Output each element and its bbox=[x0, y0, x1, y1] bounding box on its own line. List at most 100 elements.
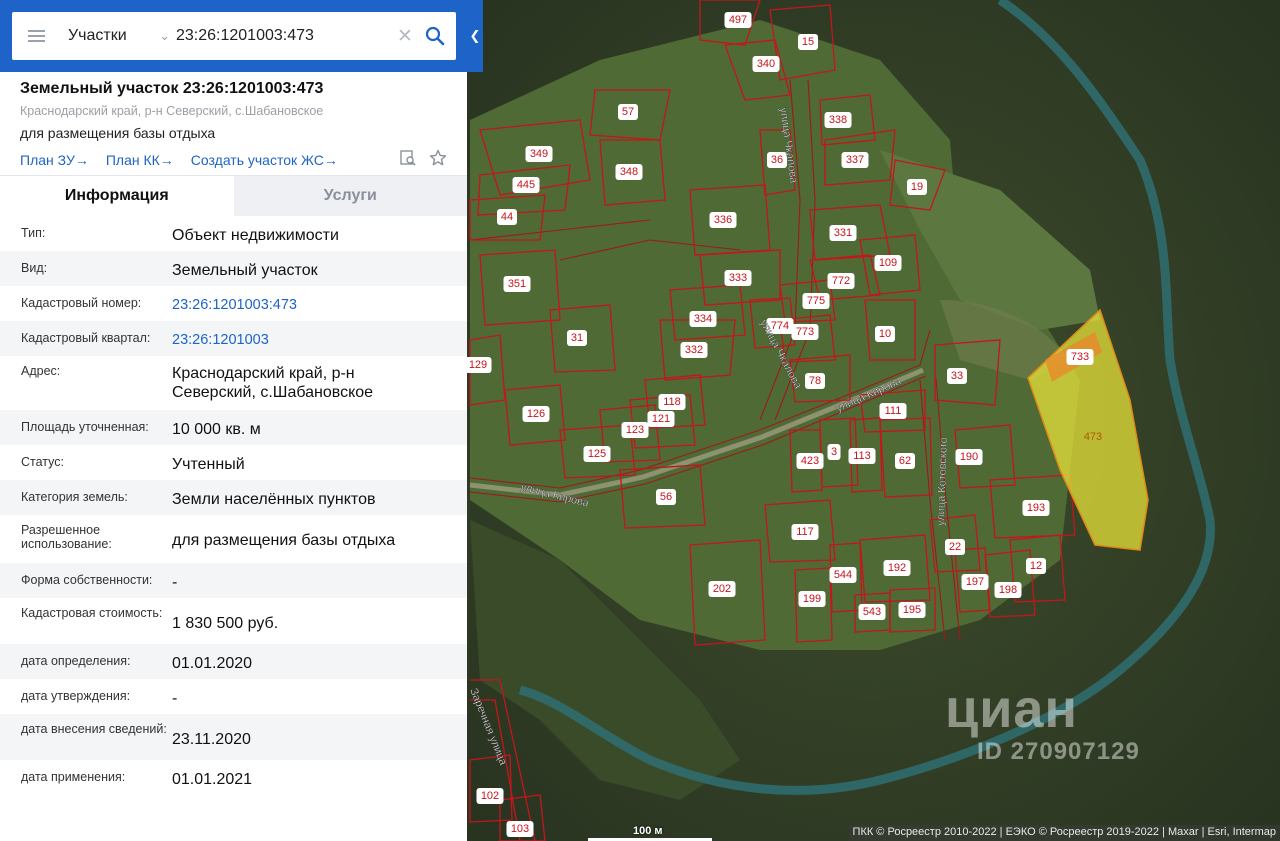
parcel-label[interactable]: 78 bbox=[805, 373, 825, 389]
parcel-label[interactable]: 423 bbox=[796, 453, 824, 469]
info-key: Вид: bbox=[21, 261, 48, 275]
parcel-label[interactable]: 109 bbox=[874, 255, 902, 271]
info-key: Адрес: bbox=[21, 364, 61, 378]
parcel-number: 56 bbox=[660, 491, 672, 503]
parcel-label[interactable]: 351 bbox=[503, 276, 531, 292]
parcel-label[interactable]: 103 bbox=[506, 821, 534, 837]
parcel-label[interactable]: 44 bbox=[497, 209, 517, 225]
parcel-label[interactable]: 331 bbox=[829, 225, 857, 241]
info-value: 01.01.2020 bbox=[172, 655, 253, 672]
parcel-number: 198 bbox=[999, 584, 1017, 596]
info-value: Земельный участок bbox=[172, 262, 318, 279]
parcel-number: 102 bbox=[481, 790, 499, 802]
parcel-number: 109 bbox=[879, 257, 897, 269]
tab-bar: Информация Услуги bbox=[0, 176, 467, 216]
object-header: Земельный участок 23:26:1201003:473 Крас… bbox=[0, 72, 467, 176]
parcel-label[interactable]: 333 bbox=[724, 270, 752, 286]
parcel-label[interactable]: 129 bbox=[464, 357, 492, 373]
parcel-label[interactable]: 497 bbox=[724, 12, 752, 28]
parcel-label[interactable]: 57 bbox=[618, 104, 638, 120]
menu-button[interactable] bbox=[12, 12, 60, 60]
parcel-label[interactable]: 334 bbox=[689, 311, 717, 327]
parcel-label[interactable]: 118 bbox=[658, 394, 686, 410]
parcel-label[interactable]: 733 bbox=[1066, 349, 1094, 365]
parcel-label[interactable]: 190 bbox=[955, 449, 983, 465]
tab-info[interactable]: Информация bbox=[0, 176, 234, 216]
parcel-label[interactable]: 102 bbox=[476, 788, 504, 804]
parcel-label[interactable]: 773 bbox=[791, 324, 819, 340]
parcel-label[interactable]: 111 bbox=[879, 403, 907, 419]
parcel-label[interactable]: 337 bbox=[841, 152, 869, 168]
layer-select[interactable]: Участки ⌄ bbox=[60, 12, 176, 60]
parcel-label[interactable]: 117 bbox=[791, 524, 819, 540]
parcel-label[interactable]: 192 bbox=[883, 560, 911, 576]
clear-button[interactable]: ✕ bbox=[392, 12, 418, 60]
parcel-label[interactable]: 332 bbox=[680, 342, 708, 358]
parcel-label[interactable]: 123 bbox=[621, 422, 649, 438]
tab-services[interactable]: Услуги bbox=[233, 176, 467, 216]
info-row: Кадастровый квартал: 23:26:1201003 bbox=[0, 321, 467, 356]
info-row: Кадастровая стоимость: 1 830 500 руб. bbox=[0, 598, 467, 644]
info-value-link[interactable]: 23:26:1201003 bbox=[172, 331, 451, 350]
parcel-label[interactable]: 445 bbox=[512, 177, 540, 193]
parcel-number: 192 bbox=[888, 562, 906, 574]
info-key: Кадастровый номер: bbox=[21, 296, 142, 310]
info-key: дата применения: bbox=[21, 770, 126, 784]
parcel-label[interactable]: 544 bbox=[829, 567, 857, 583]
parcel-number: 543 bbox=[863, 606, 881, 618]
parcel-label[interactable]: 197 bbox=[961, 574, 989, 590]
search-button[interactable] bbox=[418, 12, 452, 60]
parcel-label[interactable]: 3 bbox=[827, 444, 841, 460]
search-document-icon[interactable] bbox=[399, 149, 417, 170]
parcel-label[interactable]: 22 bbox=[945, 539, 965, 555]
parcel-label[interactable]: 125 bbox=[583, 446, 611, 462]
link-create-parcel[interactable]: Создать участок ЖС→ bbox=[191, 152, 338, 168]
parcel-label[interactable]: 202 bbox=[708, 581, 736, 597]
parcel-label[interactable]: 121 bbox=[647, 411, 675, 427]
info-key: Кадастровая стоимость: bbox=[21, 606, 163, 620]
parcel-label[interactable]: 340 bbox=[752, 56, 780, 72]
parcel-label[interactable]: 62 bbox=[895, 453, 915, 469]
info-value: Объект недвижимости bbox=[172, 227, 339, 244]
parcel-number: 19 bbox=[911, 181, 923, 193]
parcel-label[interactable]: 348 bbox=[615, 164, 643, 180]
parcel-number: 3 bbox=[831, 446, 837, 458]
parcel-label[interactable]: 193 bbox=[1022, 500, 1050, 516]
info-key: Разрешенное использование: bbox=[21, 523, 112, 551]
parcel-label[interactable]: 31 bbox=[567, 330, 587, 346]
layer-select-label: Участки bbox=[68, 27, 127, 44]
object-address: Краснодарский край, р-н Северский, с.Шаб… bbox=[20, 104, 324, 118]
parcel-label[interactable]: 772 bbox=[827, 273, 855, 289]
parcel-label[interactable]: 336 bbox=[709, 212, 737, 228]
link-plan-kk[interactable]: План КК→ bbox=[106, 152, 174, 168]
parcel-label[interactable]: 198 bbox=[994, 582, 1022, 598]
star-icon[interactable] bbox=[429, 149, 447, 170]
parcel-label[interactable]: 126 bbox=[522, 406, 550, 422]
info-table: Тип: Объект недвижимости Вид: Земельный уча… bbox=[0, 216, 467, 795]
parcel-label[interactable]: 12 bbox=[1026, 558, 1046, 574]
parcel-label[interactable]: 199 bbox=[798, 591, 826, 607]
parcel-label[interactable]: 10 bbox=[875, 326, 895, 342]
parcel-label[interactable]: 349 bbox=[525, 146, 553, 162]
info-value-link[interactable]: 23:26:1201003:473 bbox=[172, 296, 451, 315]
parcel-number: 348 bbox=[620, 166, 638, 178]
parcel-label[interactable]: 15 bbox=[798, 34, 818, 50]
info-row: Статус: Учтенный bbox=[0, 445, 467, 480]
parcel-label[interactable]: 195 bbox=[898, 602, 926, 618]
link-plan-zu[interactable]: План ЗУ→ bbox=[20, 152, 89, 168]
parcel-label[interactable]: 775 bbox=[802, 293, 830, 309]
parcel-label[interactable]: 113 bbox=[848, 448, 876, 464]
parcel-label[interactable]: 33 bbox=[947, 368, 967, 384]
parcel-number: 337 bbox=[846, 154, 864, 166]
parcel-label[interactable]: 338 bbox=[824, 112, 852, 128]
parcel-label[interactable]: 543 bbox=[858, 604, 886, 620]
action-links: План ЗУ→ План КК→ Создать участок ЖС→ bbox=[20, 149, 447, 170]
parcel-number: 117 bbox=[796, 526, 814, 538]
parcel-number: 423 bbox=[801, 455, 819, 467]
search-input[interactable] bbox=[176, 13, 386, 59]
parcel-label[interactable]: 19 bbox=[907, 179, 927, 195]
info-row: Категория земель: Земли населённых пункто… bbox=[0, 480, 467, 515]
parcel-label[interactable]: 56 bbox=[656, 489, 676, 505]
info-key: Тип: bbox=[21, 226, 46, 240]
collapse-panel-button[interactable]: ❮ bbox=[467, 0, 483, 72]
